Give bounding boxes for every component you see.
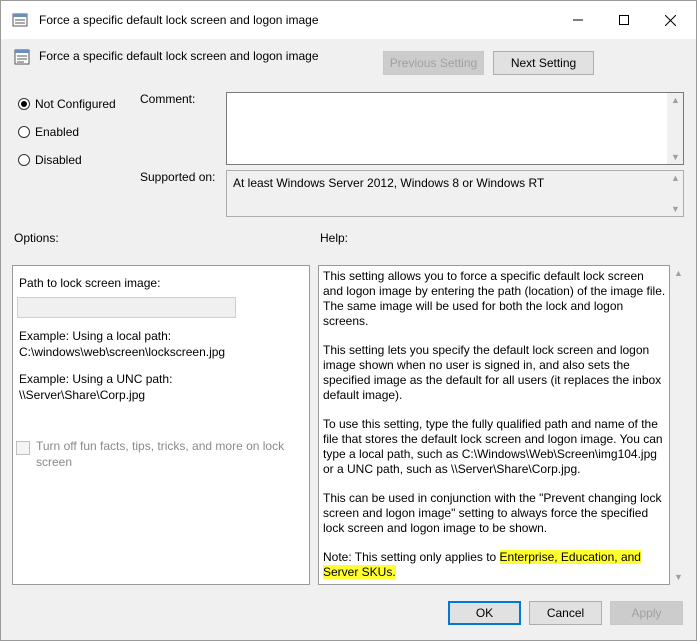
title-bar[interactable]: Force a specific default lock screen and… (1, 1, 696, 39)
help-paragraph: This setting lets you specify the defaul… (323, 343, 662, 402)
help-heading: Help: (320, 231, 349, 245)
example-unc-path: \\Server\Share\Corp.jpg (19, 388, 146, 402)
radio-enabled[interactable]: Enabled (18, 125, 79, 139)
scroll-down-icon: ▼ (671, 152, 680, 162)
minimize-button[interactable] (555, 1, 601, 39)
radio-dot (18, 154, 30, 166)
supported-label: Supported on: (140, 170, 216, 184)
scroll-up-icon: ▲ (671, 173, 680, 183)
checkbox-box (16, 441, 30, 455)
scroll-up-icon: ▲ (674, 268, 683, 278)
radio-dot (18, 126, 30, 138)
window-title: Force a specific default lock screen and… (39, 13, 319, 27)
policy-app-icon (12, 13, 28, 27)
radio-not-configured[interactable]: Not Configured (18, 97, 116, 111)
minimize-icon (573, 19, 583, 21)
scroll-down-icon: ▼ (674, 572, 683, 582)
supported-on-box: At least Windows Server 2012, Windows 8 … (226, 170, 684, 217)
policy-title: Force a specific default lock screen and… (39, 49, 319, 63)
policy-setting-icon (14, 49, 30, 65)
path-input[interactable] (17, 297, 236, 318)
maximize-icon (619, 15, 629, 25)
checkbox-label: Turn off fun facts, tips, tricks, and mo… (36, 439, 285, 469)
apply-button[interactable]: Apply (610, 601, 683, 625)
supported-value: At least Windows Server 2012, Windows 8 … (233, 176, 545, 190)
radio-label: Disabled (35, 153, 82, 167)
next-setting-button[interactable]: Next Setting (493, 51, 594, 75)
scroll-up-icon: ▲ (671, 95, 680, 105)
maximize-button[interactable] (601, 1, 647, 39)
comment-scrollbar[interactable]: ▲ ▼ (667, 93, 683, 164)
cancel-button[interactable]: Cancel (529, 601, 602, 625)
radio-label: Not Configured (35, 97, 116, 111)
help-paragraph: This setting allows you to force a speci… (323, 269, 666, 328)
help-scrollbar[interactable]: ▲ ▼ (670, 265, 686, 585)
help-text: This setting allows you to force a speci… (323, 269, 667, 584)
comment-textarea[interactable]: ▲ ▼ (226, 92, 684, 165)
radio-disabled[interactable]: Disabled (18, 153, 82, 167)
previous-setting-button[interactable]: Previous Setting (383, 51, 484, 75)
close-icon (664, 14, 676, 26)
fun-facts-checkbox[interactable]: Turn off fun facts, tips, tricks, and mo… (16, 438, 296, 470)
radio-dot (18, 98, 30, 110)
help-paragraph: This can be used in conjunction with the… (323, 491, 662, 535)
options-pane: Path to lock screen image: Example: Usin… (12, 265, 310, 585)
path-label: Path to lock screen image: (19, 276, 161, 290)
example-local-label: Example: Using a local path: (19, 329, 172, 343)
help-paragraph: To use this setting, type the fully qual… (323, 417, 663, 476)
options-heading: Options: (14, 231, 59, 245)
radio-label: Enabled (35, 125, 80, 139)
ok-button[interactable]: OK (448, 601, 521, 625)
help-note: Note: This setting only applies to Enter… (323, 550, 667, 580)
help-pane: This setting allows you to force a speci… (318, 265, 670, 585)
help-note-prefix: Note: This setting only applies to (323, 550, 500, 564)
comment-label: Comment: (140, 92, 196, 106)
supported-scrollbar[interactable]: ▲ ▼ (667, 171, 683, 216)
example-unc-label: Example: Using a UNC path: (19, 372, 173, 386)
scroll-down-icon: ▼ (671, 204, 680, 214)
policy-dialog: Force a specific default lock screen and… (0, 0, 697, 641)
example-local-path: C:\windows\web\screen\lockscreen.jpg (19, 345, 226, 359)
close-button[interactable] (647, 1, 693, 39)
